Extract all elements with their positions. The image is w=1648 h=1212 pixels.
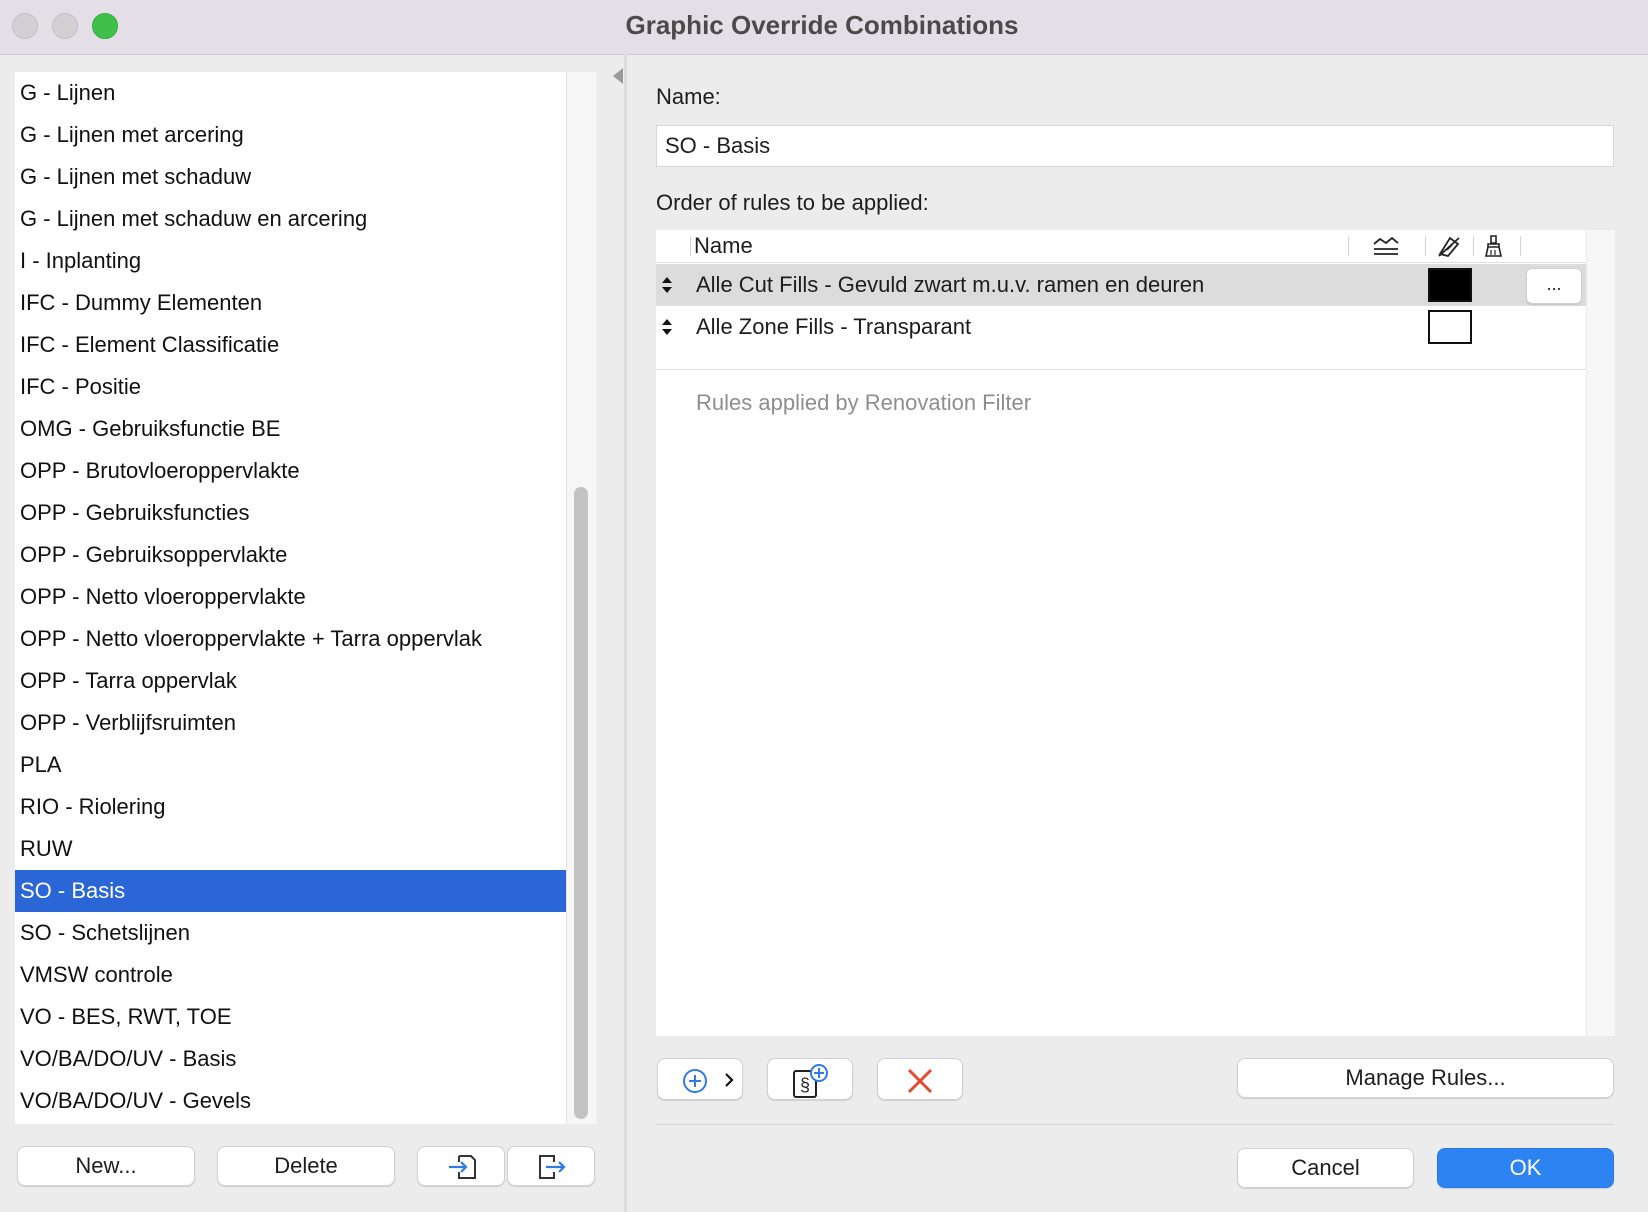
collapse-arrow-icon[interactable] <box>613 68 623 84</box>
combination-list-item[interactable]: G - Lijnen <box>15 72 566 114</box>
combination-list-item[interactable]: OPP - Netto vloeroppervlakte <box>15 576 566 618</box>
fill-color-swatch[interactable] <box>1428 310 1472 344</box>
add-rule-icon: § <box>792 1063 830 1099</box>
reorder-handle-icon[interactable] <box>660 275 674 295</box>
rules-table-scrollbar[interactable] <box>1586 230 1615 1036</box>
footer-divider <box>656 1124 1614 1125</box>
ok-button[interactable]: OK <box>1437 1148 1614 1188</box>
import-button[interactable] <box>417 1146 505 1186</box>
order-rules-label: Order of rules to be applied: <box>656 190 929 215</box>
combination-list-item[interactable]: I - Inplanting <box>15 240 566 282</box>
combination-list-item[interactable]: G - Lijnen met arcering <box>15 114 566 156</box>
combination-list-item[interactable]: IFC - Element Classificatie <box>15 324 566 366</box>
fill-color-swatch[interactable] <box>1428 268 1472 302</box>
combination-list-item[interactable]: G - Lijnen met schaduw en arcering <box>15 198 566 240</box>
dialog-window: Graphic Override Combinations G - Lijnen… <box>0 0 1648 1212</box>
add-rule-from-list-button[interactable]: § <box>767 1058 853 1100</box>
rules-table: Name Alle Cut Fills - Gevuld zwart m.u.v… <box>656 230 1615 1036</box>
renovation-filter-note: Rules applied by Renovation Filter <box>696 390 1032 415</box>
table-divider <box>656 369 1586 370</box>
add-circle-icon <box>682 1068 708 1094</box>
combination-list-item[interactable]: SO - Basis <box>15 870 566 912</box>
column-header-name[interactable]: Name <box>694 230 753 262</box>
surface-override-icon <box>1372 234 1399 258</box>
import-icon <box>447 1153 477 1181</box>
combination-list-item[interactable]: OMG - Gebruiksfunctie BE <box>15 408 566 450</box>
manage-rules-button[interactable]: Manage Rules... <box>1237 1058 1614 1098</box>
reorder-handle-icon[interactable] <box>660 317 674 337</box>
combination-list-item[interactable]: PLA <box>15 744 566 786</box>
add-rule-button[interactable] <box>657 1058 743 1100</box>
combination-list-item[interactable]: RIO - Riolering <box>15 786 566 828</box>
rule-row[interactable]: Alle Zone Fills - Transparant <box>656 306 1586 348</box>
cancel-button[interactable]: Cancel <box>1237 1148 1414 1188</box>
combination-list-item[interactable]: OPP - Verblijfsruimten <box>15 702 566 744</box>
combination-list-item[interactable]: IFC - Dummy Elementen <box>15 282 566 324</box>
combination-list-item[interactable]: OPP - Tarra oppervlak <box>15 660 566 702</box>
combination-list-item[interactable]: OPP - Gebruiksfuncties <box>15 492 566 534</box>
name-input[interactable]: SO - Basis <box>656 125 1614 167</box>
delete-x-icon <box>906 1067 934 1095</box>
new-button[interactable]: New... <box>17 1146 195 1186</box>
rules-table-header: Name <box>656 230 1586 263</box>
rule-row[interactable]: Alle Cut Fills - Gevuld zwart m.u.v. ram… <box>656 264 1586 306</box>
brush-icon <box>1482 234 1508 258</box>
combination-list-item[interactable]: VO/BA/DO/UV - Gevels <box>15 1080 566 1122</box>
name-label: Name: <box>656 84 721 109</box>
rule-options-button[interactable]: ... <box>1526 268 1582 304</box>
delete-button[interactable]: Delete <box>217 1146 395 1186</box>
combination-list-item[interactable]: RUW <box>15 828 566 870</box>
combination-list-item[interactable]: SO - Schetslijnen <box>15 912 566 954</box>
remove-rule-button[interactable] <box>877 1058 963 1100</box>
combinations-list: G - Lijnen G - Lijnen met arcering G - Lij… <box>15 72 566 1124</box>
combination-list-item[interactable]: OPP - Netto vloeroppervlakte + Tarra opp… <box>15 618 566 660</box>
window-title: Graphic Override Combinations <box>625 10 1019 40</box>
combination-list-item[interactable]: VO - BES, RWT, TOE <box>15 996 566 1038</box>
export-icon <box>536 1153 568 1181</box>
combination-list-item[interactable]: VMSW controle <box>15 954 566 996</box>
fill-override-icon <box>1436 234 1462 258</box>
chevron-right-icon <box>724 1072 734 1088</box>
rule-name: Alle Zone Fills - Transparant <box>696 314 972 339</box>
title-bar: Graphic Override Combinations <box>0 0 1648 55</box>
combination-list-item[interactable]: OPP - Gebruiksoppervlakte <box>15 534 566 576</box>
combination-list-item[interactable]: OPP - Brutovloeroppervlakte <box>15 450 566 492</box>
combination-list-item[interactable]: VO/BA/DO/UV - Basis <box>15 1038 566 1080</box>
export-button[interactable] <box>507 1146 595 1186</box>
panel-splitter[interactable] <box>624 54 627 1212</box>
combination-list-item[interactable]: G - Lijnen met schaduw <box>15 156 566 198</box>
svg-text:§: § <box>800 1075 810 1095</box>
list-scrollbar-thumb[interactable] <box>574 487 588 1119</box>
combination-list-item[interactable]: IFC - Positie <box>15 366 566 408</box>
rule-name: Alle Cut Fills - Gevuld zwart m.u.v. ram… <box>696 272 1205 297</box>
